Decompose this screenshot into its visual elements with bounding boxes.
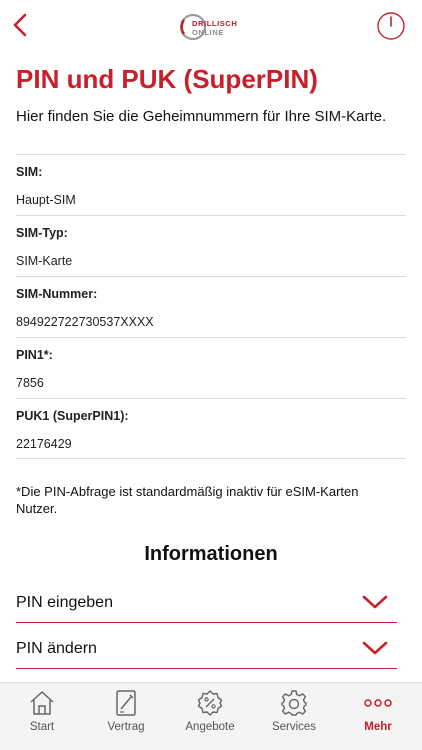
accordion-label: PIN ändern — [16, 640, 97, 657]
info-label: SIM: — [16, 165, 43, 179]
info-value: 22176429 — [16, 437, 72, 451]
info-row-puk1: PUK1 (SuperPIN1): 22176429 — [16, 398, 406, 459]
home-icon — [30, 691, 54, 715]
top-bar: DRILLISCH ONLINE — [0, 0, 422, 52]
tab-label: Start — [29, 721, 55, 733]
accordion-label: PIN eingeben — [16, 594, 113, 611]
chevron-down-icon — [362, 641, 388, 655]
accordion-pin-eingeben[interactable]: PIN eingeben — [16, 583, 397, 623]
more-icon — [364, 699, 392, 707]
tab-label: Services — [271, 721, 317, 733]
offers-icon — [197, 690, 223, 716]
gear-icon — [281, 690, 307, 716]
contract-icon — [116, 690, 136, 716]
info-label: SIM-Nummer: — [16, 287, 98, 301]
logo-line2: ONLINE — [192, 28, 224, 37]
info-value: 894922722730537XXXX — [16, 315, 154, 329]
page-title: PIN und PUK (SuperPIN) — [16, 64, 318, 94]
info-value: Haupt-SIM — [16, 193, 76, 207]
tab-vertrag[interactable]: Vertrag — [84, 683, 168, 750]
tab-label: Mehr — [364, 721, 392, 733]
info-value: 7856 — [16, 376, 44, 390]
tab-angebote[interactable]: Angebote — [168, 683, 252, 750]
logo-line1: DRILLISCH — [192, 19, 238, 28]
info-row-pin1: PIN1*: 7856 — [16, 337, 406, 398]
info-label: SIM-Typ: — [16, 226, 68, 240]
tab-start[interactable]: Start — [0, 683, 84, 750]
info-row-sim: SIM: Haupt-SIM — [16, 154, 406, 215]
chevron-down-icon — [362, 595, 388, 609]
info-value: SIM-Karte — [16, 254, 73, 268]
power-icon — [377, 12, 405, 40]
sim-info-list: SIM: Haupt-SIM SIM-Typ: SIM-Karte SIM-Nu… — [16, 154, 406, 459]
chevron-left-icon — [13, 13, 27, 37]
logout-button[interactable] — [376, 11, 406, 41]
info-label: PIN1*: — [16, 348, 53, 362]
accordion-pin-aendern[interactable]: PIN ändern — [16, 629, 397, 669]
esim-footnote: *Die PIN-Abfrage ist standardmäßig inakt… — [16, 484, 359, 516]
tab-services[interactable]: Services — [252, 683, 336, 750]
tab-label: Angebote — [185, 721, 235, 733]
info-row-sim-type: SIM-Typ: SIM-Karte — [16, 215, 406, 276]
drillisch-online-logo: DRILLISCH ONLINE — [178, 12, 246, 42]
page-subtitle: Hier finden Sie die Geheimnummern für Ih… — [16, 108, 387, 125]
informationen-heading: Informationen — [144, 543, 278, 565]
tab-mehr[interactable]: Mehr — [336, 683, 420, 750]
info-label: PUK1 (SuperPIN1): — [16, 409, 129, 423]
back-button[interactable] — [8, 10, 32, 40]
tab-label: Vertrag — [107, 721, 145, 733]
info-row-sim-number: SIM-Nummer: 894922722730537XXXX — [16, 276, 406, 337]
bottom-tab-bar: Start Vertrag Angebote Services Mehr — [0, 682, 422, 750]
